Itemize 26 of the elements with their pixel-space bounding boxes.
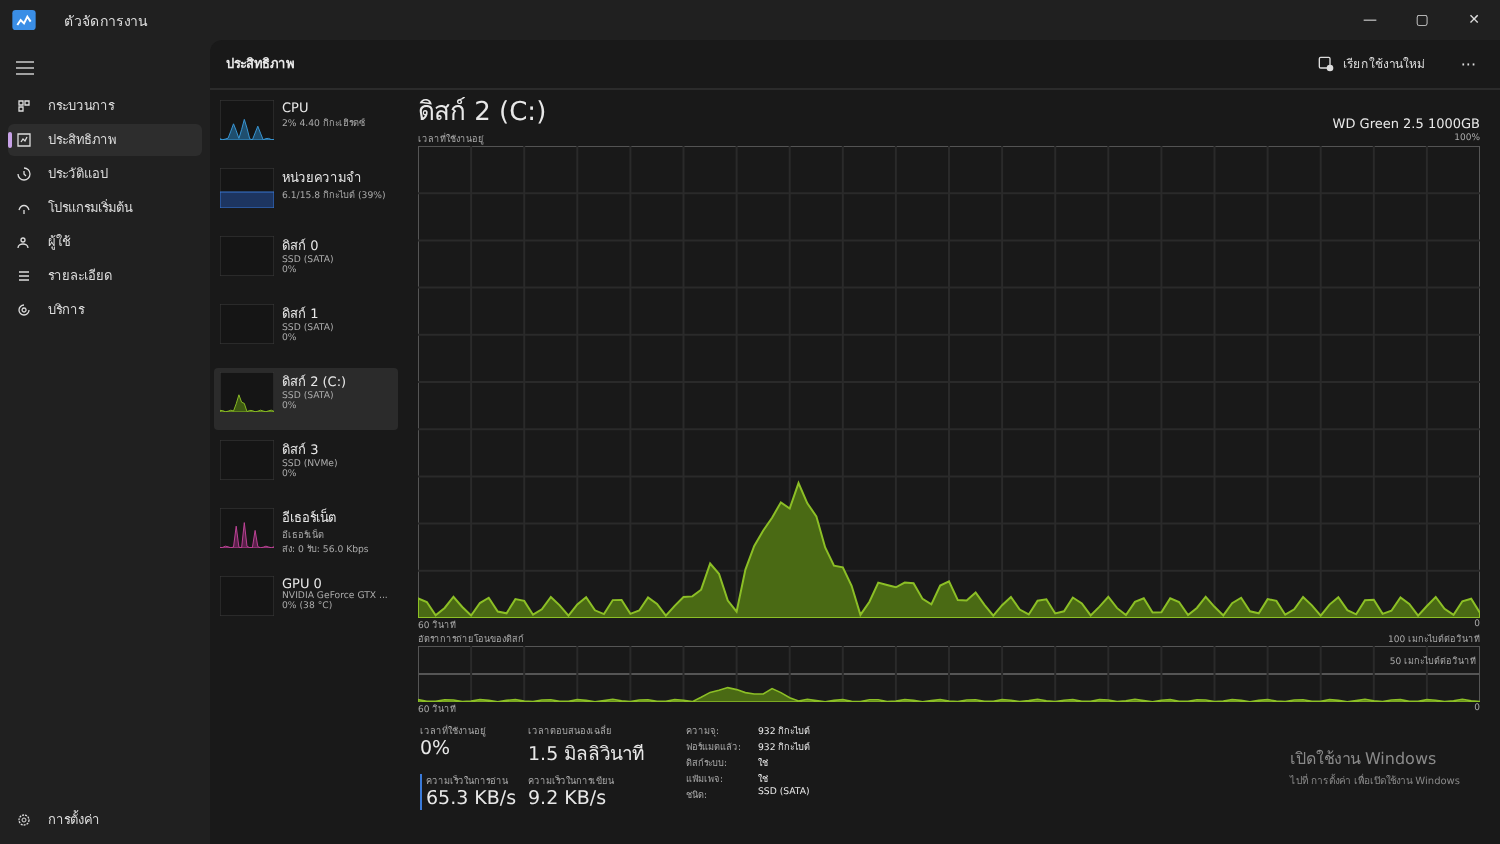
nav-icon [16,132,32,148]
device-graph [220,576,274,616]
device-graph [220,100,274,140]
menu-icon[interactable] [16,60,34,76]
stat-value: 9.2 KB/s [528,788,609,810]
device-graph [220,508,274,548]
nav-icon [16,98,32,114]
stat-value: 0% [420,738,453,760]
nav-icon [16,166,32,182]
nav-icon [16,234,32,250]
nav-icon [16,268,32,284]
app-icon [12,10,36,30]
device-graph [220,168,274,208]
gear-icon [16,812,32,828]
more-button[interactable]: ··· [1448,55,1488,73]
device-graph [220,372,274,412]
run-task-icon [1318,56,1335,72]
nav-icon [16,302,32,318]
device-graph [220,236,274,276]
disk-title: ดิสก์ 2 (C:) [418,95,547,132]
nav-icon [16,200,32,216]
device-graph [220,304,274,344]
stat-value: 1.5 มิลลิวินาที [528,742,645,768]
stat-value: 65.3 KB/s [426,788,517,810]
activation-title: เปิดใช้งาน Windows [1289,747,1439,772]
device-graph [220,440,274,480]
